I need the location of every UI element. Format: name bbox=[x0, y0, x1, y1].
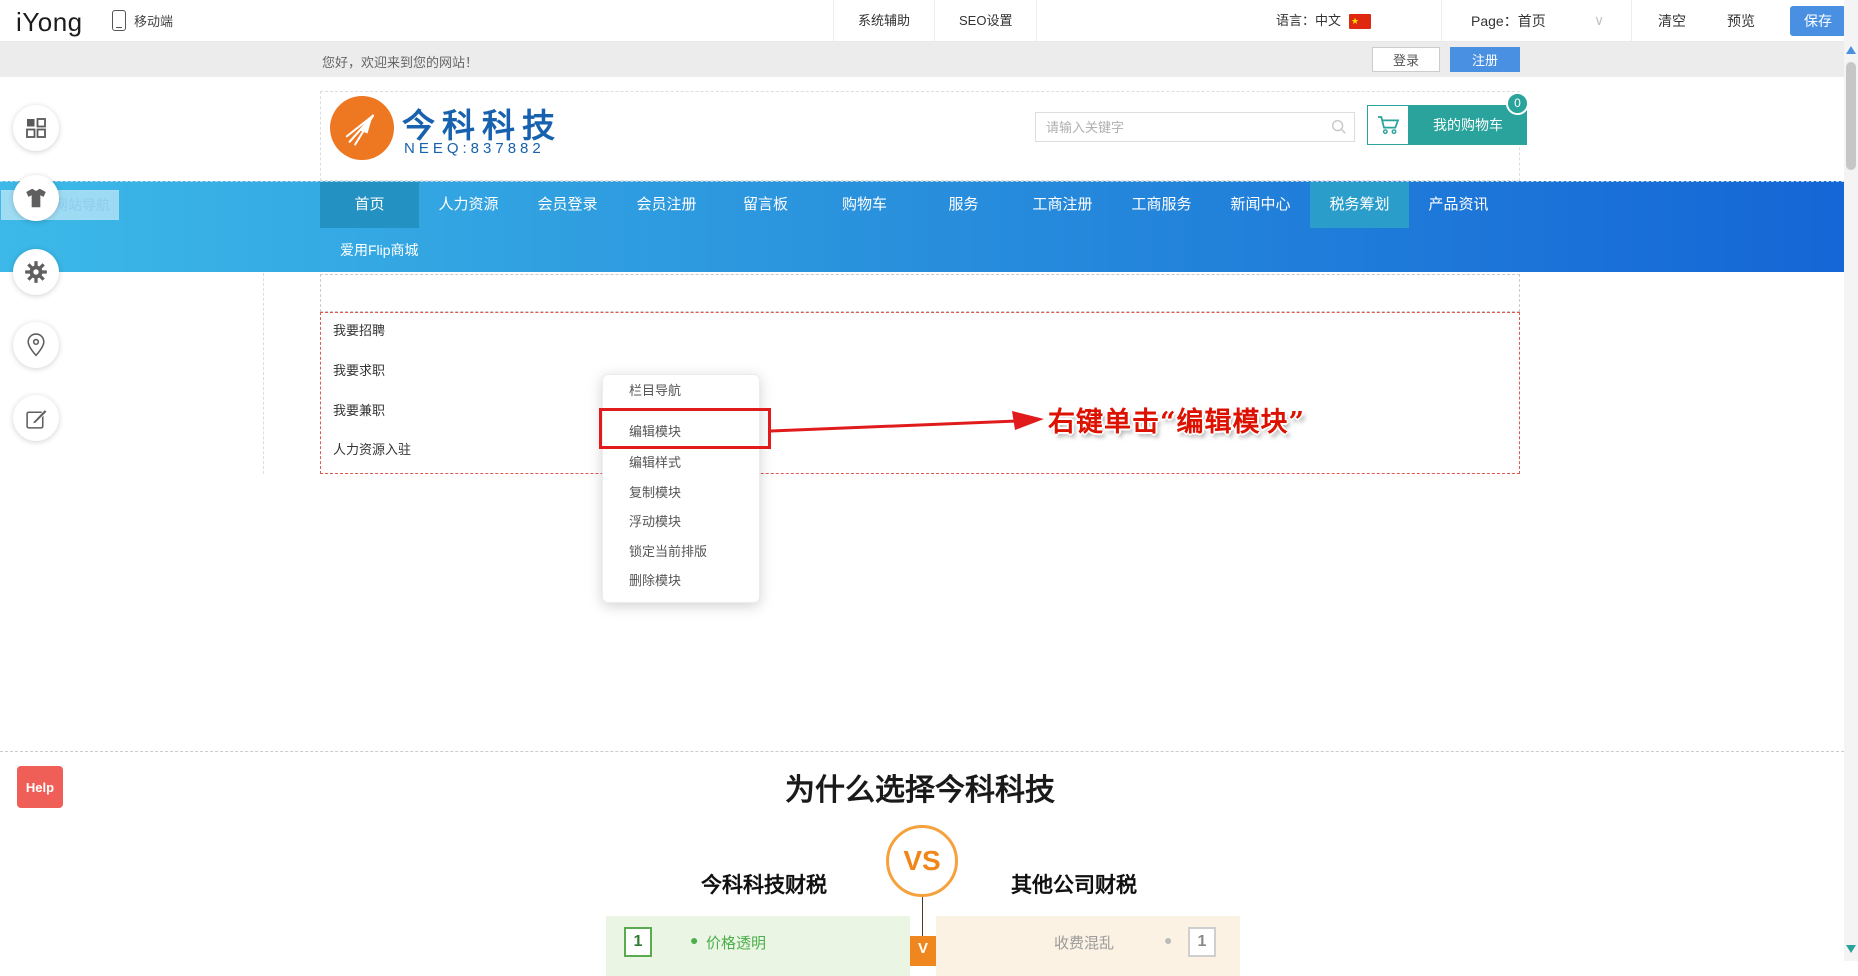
mobile-toggle[interactable]: 移动端 bbox=[112, 10, 173, 31]
topbar-divider bbox=[1441, 0, 1442, 42]
cart-icon bbox=[1376, 114, 1400, 136]
ctx-item-copy-module[interactable]: 复制模块 bbox=[603, 478, 761, 508]
nav-item-tax-planning[interactable]: 税务筹划 bbox=[1310, 182, 1409, 228]
ctx-item-delete-module[interactable]: 删除模块 bbox=[603, 566, 761, 596]
topbar-divider bbox=[1631, 0, 1632, 42]
search-input[interactable] bbox=[1036, 113, 1324, 141]
cart-button[interactable]: 我的购物车 bbox=[1367, 105, 1527, 145]
site-logo[interactable] bbox=[330, 96, 394, 160]
link-part-time[interactable]: 我要兼职 bbox=[333, 402, 385, 420]
scroll-down-arrow-icon[interactable] bbox=[1846, 945, 1856, 953]
cart-count-badge: 0 bbox=[1506, 92, 1529, 115]
search-icon[interactable] bbox=[1330, 118, 1348, 136]
nav-item-business-services[interactable]: 工商服务 bbox=[1112, 182, 1211, 228]
location-pin-icon bbox=[24, 332, 48, 358]
nav-item-business-register[interactable]: 工商注册 bbox=[1013, 182, 1112, 228]
empty-module-outline bbox=[320, 274, 1520, 312]
annotation-arrow bbox=[766, 398, 1056, 442]
site-search bbox=[1035, 112, 1355, 142]
nav-item-flip-mall[interactable]: 爱用Flip商城 bbox=[340, 228, 419, 273]
link-i-want-a-job[interactable]: 我要求职 bbox=[333, 362, 385, 380]
mobile-label: 移动端 bbox=[134, 11, 173, 30]
link-i-want-to-hire[interactable]: 我要招聘 bbox=[333, 322, 385, 340]
clear-button[interactable]: 清空 bbox=[1658, 0, 1686, 42]
nav-item-product-info[interactable]: 产品资讯 bbox=[1409, 182, 1508, 228]
nav-item-news-center[interactable]: 新闻中心 bbox=[1211, 182, 1310, 228]
tshirt-icon bbox=[23, 185, 49, 211]
right-point-text: 收费混乱 bbox=[1054, 932, 1114, 953]
app-logo: iYong bbox=[16, 7, 83, 38]
save-button[interactable]: 保存 bbox=[1790, 6, 1846, 36]
shop-tool-button[interactable] bbox=[13, 175, 59, 221]
module-guide-line bbox=[263, 273, 264, 474]
edit-tool-button[interactable] bbox=[13, 395, 59, 441]
nav-item-home[interactable]: 首页 bbox=[320, 182, 419, 228]
ctx-item-float-module[interactable]: 浮动模块 bbox=[603, 507, 761, 537]
grid-icon bbox=[24, 116, 48, 140]
page-scrollbar[interactable] bbox=[1844, 0, 1858, 961]
left-bullet-icon: ● bbox=[690, 932, 698, 948]
compare-right-panel: 收费混乱 ● 1 bbox=[936, 916, 1240, 976]
topbar-menu: 系统辅助 SEO设置 bbox=[833, 0, 1037, 42]
nav-item-cart[interactable]: 购物车 bbox=[815, 182, 914, 228]
compare-left-title: 今科科技财税 bbox=[637, 869, 827, 899]
ctx-item-edit-style[interactable]: 编辑样式 bbox=[603, 448, 761, 478]
ctx-item-column-nav[interactable]: 栏目导航 bbox=[603, 376, 761, 406]
site-neeq-code: NEEQ:837882 bbox=[404, 140, 545, 157]
selected-module-outline: 我要招聘 我要求职 我要兼职 人力资源入驻 bbox=[320, 312, 1520, 474]
menu-item-seo-settings[interactable]: SEO设置 bbox=[934, 0, 1037, 42]
chevron-down-icon[interactable]: ∨ bbox=[1594, 0, 1604, 42]
nav-item-member-register[interactable]: 会员注册 bbox=[617, 182, 716, 228]
page-selector[interactable]: Page：首页 bbox=[1471, 0, 1546, 42]
gear-icon bbox=[23, 259, 49, 285]
compare-right-title: 其他公司财税 bbox=[1011, 869, 1201, 899]
settings-tool-button[interactable] bbox=[13, 249, 59, 295]
paper-plane-icon bbox=[340, 106, 384, 150]
layout-tool-button[interactable] bbox=[13, 105, 59, 151]
vs-connector-line bbox=[922, 896, 923, 936]
annotation-text: 右键单击“编辑模块” bbox=[1048, 400, 1305, 439]
register-button[interactable]: 注册 bbox=[1450, 47, 1520, 72]
nav-item-hr[interactable]: 人力资源 bbox=[419, 182, 518, 228]
nav-row-1: 首页 人力资源 会员登录 会员注册 留言板 购物车 服务 工商注册 工商服务 新… bbox=[320, 182, 1508, 228]
editor-topbar: iYong 移动端 系统辅助 SEO设置 语言：中文 ★ Page：首页 ∨ 清… bbox=[0, 0, 1858, 42]
left-point-number: 1 bbox=[624, 927, 652, 957]
link-hr-settle-in[interactable]: 人力资源入驻 bbox=[333, 441, 411, 459]
login-button[interactable]: 登录 bbox=[1372, 47, 1440, 72]
language-label: 语言：中文 bbox=[1276, 0, 1341, 42]
left-point-text: 价格透明 bbox=[706, 932, 766, 953]
welcome-greeting: 您好，欢迎来到您的网站！ bbox=[322, 52, 478, 71]
cart-icon-box bbox=[1367, 105, 1409, 145]
scroll-up-arrow-icon[interactable] bbox=[1846, 46, 1856, 54]
preview-button[interactable]: 预览 bbox=[1727, 0, 1755, 42]
right-bullet-icon: ● bbox=[1164, 932, 1172, 948]
right-point-number: 1 bbox=[1188, 927, 1216, 957]
china-flag-icon: ★ bbox=[1349, 14, 1371, 29]
compare-heading: 为什么选择今科科技 bbox=[320, 765, 1520, 809]
compose-icon bbox=[24, 406, 49, 431]
location-tool-button[interactable] bbox=[13, 322, 59, 368]
language-selector[interactable]: 语言：中文 ★ bbox=[1276, 0, 1371, 42]
compare-left-panel: 1 ● 价格透明 bbox=[606, 916, 910, 976]
main-navigation: 网站导航 首页 人力资源 会员登录 会员注册 留言板 购物车 服务 工商注册 工… bbox=[0, 181, 1844, 272]
scrollbar-thumb[interactable] bbox=[1846, 62, 1856, 170]
nav-item-message-board[interactable]: 留言板 bbox=[716, 182, 815, 228]
menu-item-system-assist[interactable]: 系统辅助 bbox=[833, 0, 934, 42]
nav-item-services[interactable]: 服务 bbox=[914, 182, 1013, 228]
mobile-phone-icon bbox=[112, 10, 126, 31]
highlight-red-box bbox=[599, 408, 771, 449]
welcome-bar bbox=[0, 42, 1858, 77]
nav-item-member-login[interactable]: 会员登录 bbox=[518, 182, 617, 228]
vs-badge: VS bbox=[886, 825, 958, 897]
help-button[interactable]: Help bbox=[17, 766, 63, 808]
ctx-item-lock-layout[interactable]: 锁定当前排版 bbox=[603, 537, 761, 567]
section-divider bbox=[0, 751, 1844, 752]
